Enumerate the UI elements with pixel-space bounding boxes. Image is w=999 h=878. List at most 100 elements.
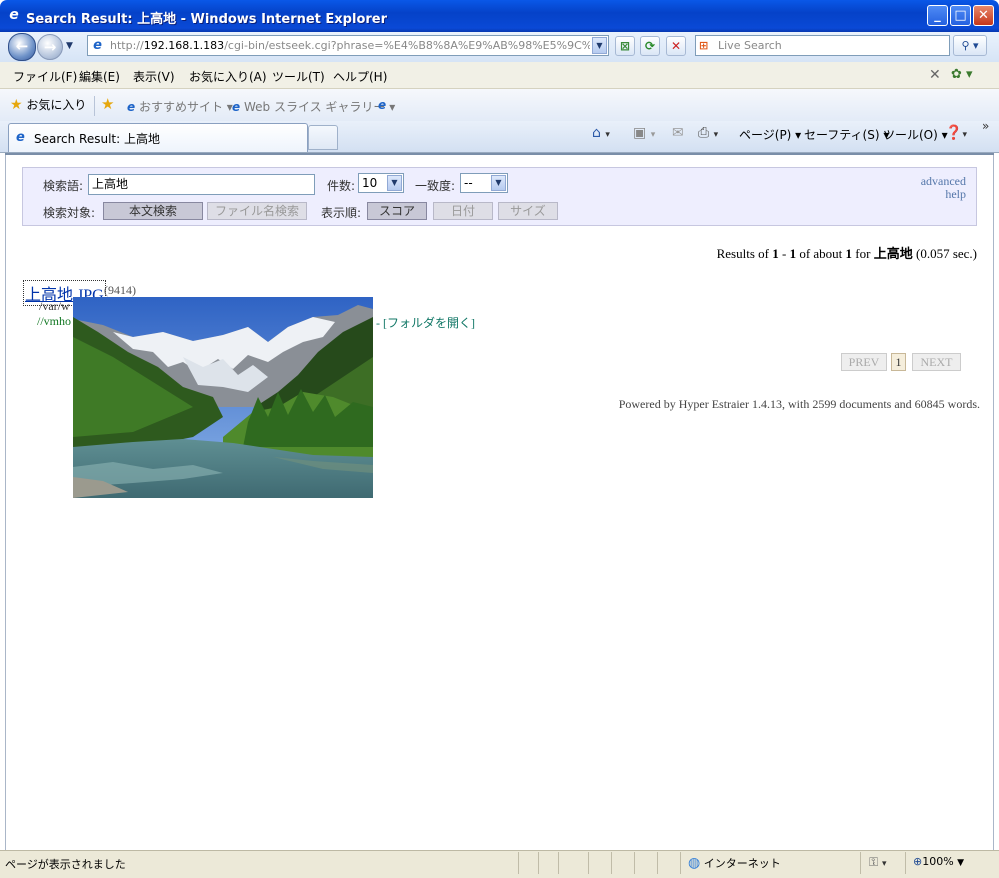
page-icon: e [93,38,102,53]
status-divider [558,852,559,874]
back-button[interactable]: ← [8,33,36,61]
prev-button[interactable]: PREV [841,353,887,371]
status-bar [0,850,999,878]
chevron-right-icon[interactable]: » [982,119,989,133]
count-select[interactable]: 10 ▼ [358,173,404,193]
count-value: 10 [362,176,378,190]
suggested-sites-label: おすすめサイト ▾ [138,100,233,114]
address-bar[interactable]: e http://192.168.1.183/cgi-bin/estseek.c… [87,35,609,56]
zoom-control[interactable]: ⊕100% ▼ [913,855,964,868]
new-tab-button[interactable] [308,125,338,150]
status-divider [905,852,906,874]
open-folder-link[interactable]: - [フォルダを開く] [376,314,475,331]
content-border [5,153,994,155]
order-size-button[interactable]: サイズ [498,202,558,220]
help-icon[interactable]: ❓▾ [945,125,967,141]
addon-icon[interactable]: ✿ ▾ [951,67,973,82]
url-path: /cgi-bin/estseek.cgi?phrase=%E4%B8%8A%E9… [224,39,590,52]
refresh-icon[interactable]: ⟳ [640,36,660,56]
mail-icon[interactable]: ✉ [672,125,684,141]
web-slice-gallery-link[interactable]: e Web スライス ギャラリー ▾ [232,98,395,115]
live-search-logo-icon: ⊞ [699,39,709,52]
keyword-input[interactable]: 上高地 [88,174,315,195]
maximize-button[interactable]: □ [950,5,971,26]
tab-page-icon: e [16,130,25,145]
search-button[interactable]: ⚲ ▾ [953,35,987,56]
results-info: Results of 1 - 1 of about 1 for 上高地 (0.0… [717,243,977,262]
home-icon[interactable]: ⌂ ▾ [592,125,610,141]
chevron-down-icon: ▼ [387,175,402,191]
menu-view[interactable]: 表示(V) [133,68,175,85]
menu-edit[interactable]: 編集(E) [79,68,120,85]
menu-help[interactable]: ヘルプ(H) [333,68,387,85]
status-divider [634,852,635,874]
status-divider [518,852,519,874]
menu-tools[interactable]: ツール(T) [272,68,325,85]
result-path: /var/w [39,299,70,313]
status-divider [538,852,539,874]
status-divider [657,852,658,874]
security-zone[interactable]: ◍ インターネット [688,855,781,871]
ie-suggested-icon: e [127,100,136,114]
match-value: -- [464,176,473,190]
page-link-icon[interactable]: e [378,98,386,112]
address-dropdown-icon[interactable]: ▼ [592,37,607,54]
status-divider [680,852,681,874]
result-thumbnail-image [73,297,373,498]
address-url[interactable]: http://192.168.1.183/cgi-bin/estseek.cgi… [110,39,590,54]
feeds-icon[interactable]: ▣ ▾ [633,125,655,141]
favorites-star-icon: ★ [10,97,23,113]
protected-mode-icon[interactable]: ⚿ ▾ [869,855,886,870]
favorites-label: お気に入り [26,98,87,112]
zoom-level: 100% [922,855,954,868]
target-fulltext-button[interactable]: 本文検索 [103,202,203,220]
favorites-button[interactable]: ★ お気に入り [10,96,86,113]
close-button[interactable]: ✕ [973,5,994,26]
results-query: 上高地 [873,246,913,261]
globe-icon: ◍ [688,855,701,871]
order-score-button[interactable]: スコア [367,202,427,220]
history-dropdown-icon[interactable]: ▼ [66,41,73,51]
count-label: 件数: [327,179,356,193]
keyword-label: 検索語: [43,179,84,193]
results-about: of about [796,246,846,261]
page-number[interactable]: 1 [891,353,906,371]
status-text: ページが表示されました [5,858,126,871]
url-prefix: http:// [110,39,144,52]
stop-icon[interactable]: ✕ [666,36,686,56]
next-button[interactable]: NEXT [912,353,961,371]
tab-label: Search Result: 上高地 [34,132,160,146]
status-divider [611,852,612,874]
target-filename-button[interactable]: ファイル名検索 [207,202,307,220]
add-favorites-icon[interactable]: ★ [101,95,114,113]
tools-menu[interactable]: ツール(O) ▾ [883,126,948,143]
compatibility-view-icon[interactable]: ⊠ [615,36,635,56]
page-menu[interactable]: ページ(P) ▾ [739,126,801,143]
live-search-box[interactable]: ⊞ Live Search [695,35,950,56]
print-icon[interactable]: ⎙ ▾ [698,125,718,141]
results-prefix: Results of [716,246,773,261]
order-date-button[interactable]: 日付 [433,202,493,220]
match-label: 一致度: [415,179,456,193]
menu-favorites[interactable]: お気に入り(A) [189,68,267,85]
window-title: Search Result: 上高地 - Windows Internet Ex… [26,12,388,27]
results-dash: - [778,246,790,261]
match-select[interactable]: -- ▼ [460,173,508,193]
zoom-icon: ⊕ [913,855,923,868]
close-menu-icon[interactable]: ✕ [929,67,941,83]
results-for: for [852,246,874,261]
safety-menu[interactable]: セーフティ(S) ▾ [804,126,889,143]
help-link[interactable]: help [945,187,966,202]
result-url[interactable]: //vmho [37,314,71,329]
suggested-sites-link[interactable]: e おすすめサイト ▾ [127,98,233,115]
zone-label: インターネット [703,857,781,870]
menu-file[interactable]: ファイル(F) [13,68,77,85]
minimize-button[interactable]: _ [927,5,948,26]
forward-button[interactable]: → [37,34,63,60]
ie-logo-icon: e [9,7,19,23]
web-slice-label: Web スライス ギャラリー ▾ [243,100,396,114]
results-time: (0.057 sec.) [912,246,977,261]
chevron-down-icon: ▼ [491,175,506,191]
tab-search-result[interactable]: e Search Result: 上高地 [8,123,308,152]
status-divider [860,852,861,874]
